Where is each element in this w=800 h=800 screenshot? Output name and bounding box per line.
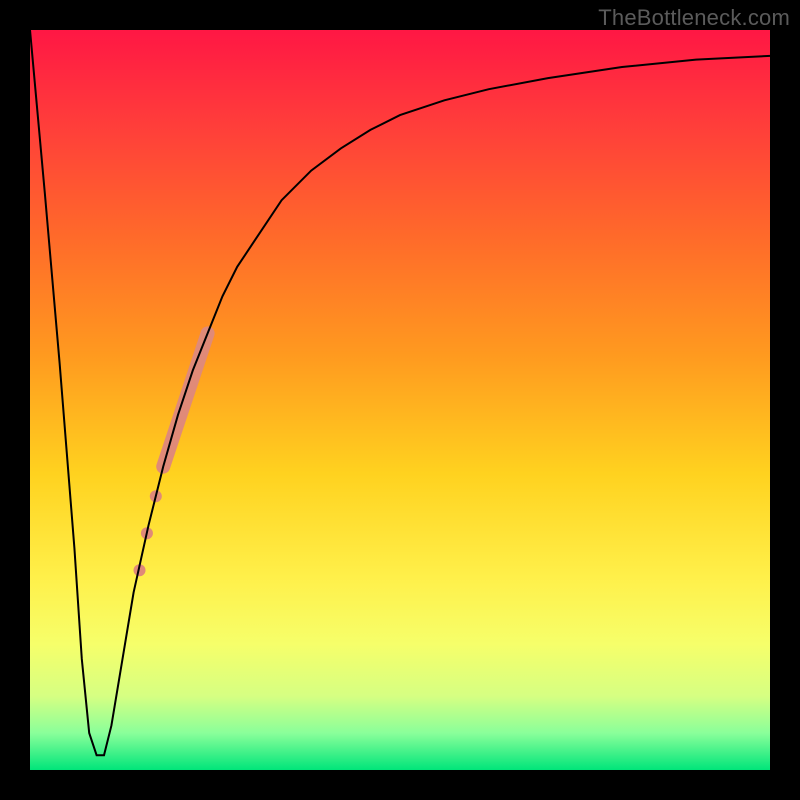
gradient-background: [30, 30, 770, 770]
watermark-label: TheBottleneck.com: [598, 5, 790, 31]
chart-svg: [30, 30, 770, 770]
plot-area: [30, 30, 770, 770]
chart-container: TheBottleneck.com: [0, 0, 800, 800]
